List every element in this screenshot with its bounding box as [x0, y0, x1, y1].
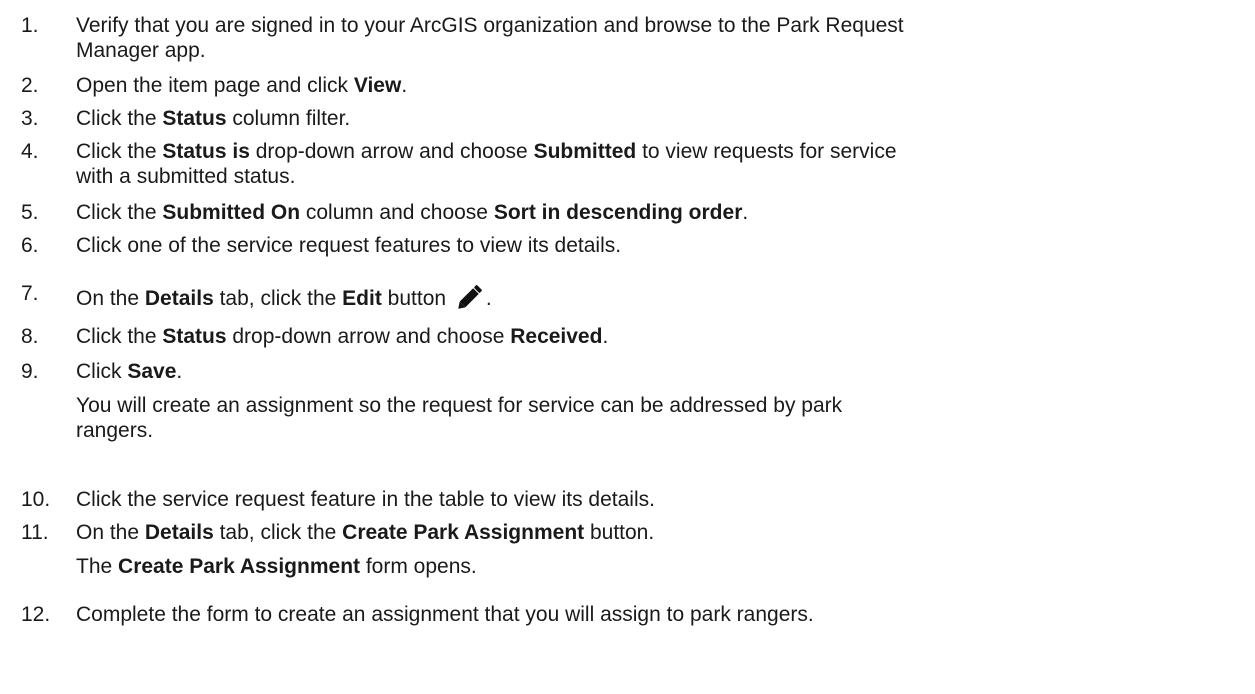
text-run: On the	[76, 521, 145, 544]
step-line: On the Details tab, click the Create Par…	[76, 520, 1246, 545]
text-run: button.	[584, 521, 655, 544]
step-text: Click the Status column filter.	[76, 106, 1246, 131]
text-run: Manager app.	[76, 39, 206, 62]
step-number: 8.	[21, 325, 39, 348]
text-run: tab, click the	[213, 521, 343, 544]
text-run: Open the item page and click	[76, 74, 354, 97]
step-number: 2.	[21, 74, 39, 97]
text-run: Click	[76, 360, 128, 383]
text-run: .	[602, 325, 609, 348]
text-run: The	[76, 555, 119, 578]
step-number: 10.	[21, 488, 51, 511]
step-text: Click the Status is drop-down arrow and …	[76, 139, 1246, 189]
bold-term: View	[353, 74, 402, 97]
bold-term: Sort in descending order	[493, 201, 743, 224]
bold-term: Save	[127, 360, 177, 383]
step-number: 6.	[21, 234, 39, 257]
pencil-icon	[456, 281, 486, 311]
text-run: .	[485, 287, 492, 310]
bold-term: Status	[162, 107, 227, 130]
text-run: You will create an assignment so the req…	[76, 394, 843, 417]
text-run: column and choose	[300, 201, 494, 224]
step-text: Verify that you are signed in to your Ar…	[76, 13, 1246, 63]
step-text: On the Details tab, click the Create Par…	[76, 520, 1246, 579]
step-line: Click Save.	[76, 359, 1246, 384]
step-number: 3.	[21, 107, 39, 130]
text-run: to view requests for service	[636, 140, 897, 163]
text-run: Click the service request feature in the…	[76, 488, 655, 511]
bold-term: Create Park Assignment	[342, 521, 585, 544]
bold-term: Status	[162, 325, 227, 348]
step-line: Click the service request feature in the…	[76, 487, 1246, 512]
text-run: Click the	[76, 107, 163, 130]
step-line: with a submitted status.	[76, 164, 1246, 189]
text-run: with a submitted status.	[76, 165, 296, 188]
step-number: 7.	[21, 282, 39, 305]
bold-term: Edit	[342, 287, 382, 310]
text-run: drop-down arrow and choose	[226, 325, 511, 348]
text-run: On the	[76, 287, 145, 310]
step-line: The Create Park Assignment form opens.	[76, 554, 1246, 579]
step-number: 5.	[21, 201, 39, 224]
step-text: Click Save. You will create an assignmen…	[76, 359, 1246, 443]
step-line: Manager app.	[76, 38, 1246, 63]
text-run: Click the	[76, 140, 163, 163]
step-number: 9.	[21, 360, 39, 383]
bold-term: Status is	[162, 140, 250, 163]
text-run: form opens.	[360, 555, 477, 578]
text-run: .	[401, 74, 408, 97]
instruction-list: 1. Verify that you are signed in to your…	[0, 0, 1255, 694]
text-run: rangers.	[76, 419, 154, 442]
text-run: drop-down arrow and choose	[249, 140, 534, 163]
step-line: Verify that you are signed in to your Ar…	[76, 13, 1246, 38]
step-line: On the Details tab, click the Edit butto…	[76, 281, 1246, 311]
text-run: button	[381, 287, 452, 310]
text-run: .	[176, 360, 183, 383]
text-run: column filter.	[226, 107, 351, 130]
step-line: Open the item page and click View.	[76, 73, 1246, 98]
step-text: Click the Status drop-down arrow and cho…	[76, 324, 1246, 349]
bold-term: Create Park Assignment	[118, 555, 361, 578]
step-number: 12.	[21, 603, 51, 626]
bold-term: Details	[144, 287, 214, 310]
step-line: rangers.	[76, 418, 1246, 443]
step-line: Click one of the service request feature…	[76, 233, 1246, 258]
step-text: Click the Submitted On column and choose…	[76, 200, 1246, 225]
step-line: Click the Submitted On column and choose…	[76, 200, 1246, 225]
text-run: tab, click the	[213, 287, 343, 310]
step-line: You will create an assignment so the req…	[76, 393, 1246, 418]
step-text: On the Details tab, click the Edit butto…	[76, 281, 1246, 311]
bold-term: Received	[510, 325, 603, 348]
step-text: Click the service request feature in the…	[76, 487, 1246, 512]
step-line: Complete the form to create an assignmen…	[76, 602, 1246, 627]
step-text: Complete the form to create an assignmen…	[76, 602, 1246, 627]
step-line: Click the Status drop-down arrow and cho…	[76, 324, 1246, 349]
step-number: 1.	[21, 14, 39, 37]
text-run: Click the	[76, 325, 163, 348]
text-run: Verify that you are signed in to your Ar…	[76, 14, 904, 37]
step-line: Click the Status is drop-down arrow and …	[76, 139, 1246, 164]
text-run: Click one of the service request feature…	[76, 234, 622, 257]
step-number: 11.	[21, 521, 49, 544]
step-number: 4.	[21, 140, 39, 163]
step-text: Click one of the service request feature…	[76, 233, 1246, 258]
bold-term: Submitted	[533, 140, 637, 163]
text-run: .	[742, 201, 749, 224]
bold-term: Details	[144, 521, 214, 544]
step-line: Click the Status column filter.	[76, 106, 1246, 131]
text-run: Complete the form to create an assignmen…	[76, 603, 814, 626]
text-run: Click the	[76, 201, 163, 224]
step-text: Open the item page and click View.	[76, 73, 1246, 98]
bold-term: Submitted On	[162, 201, 301, 224]
